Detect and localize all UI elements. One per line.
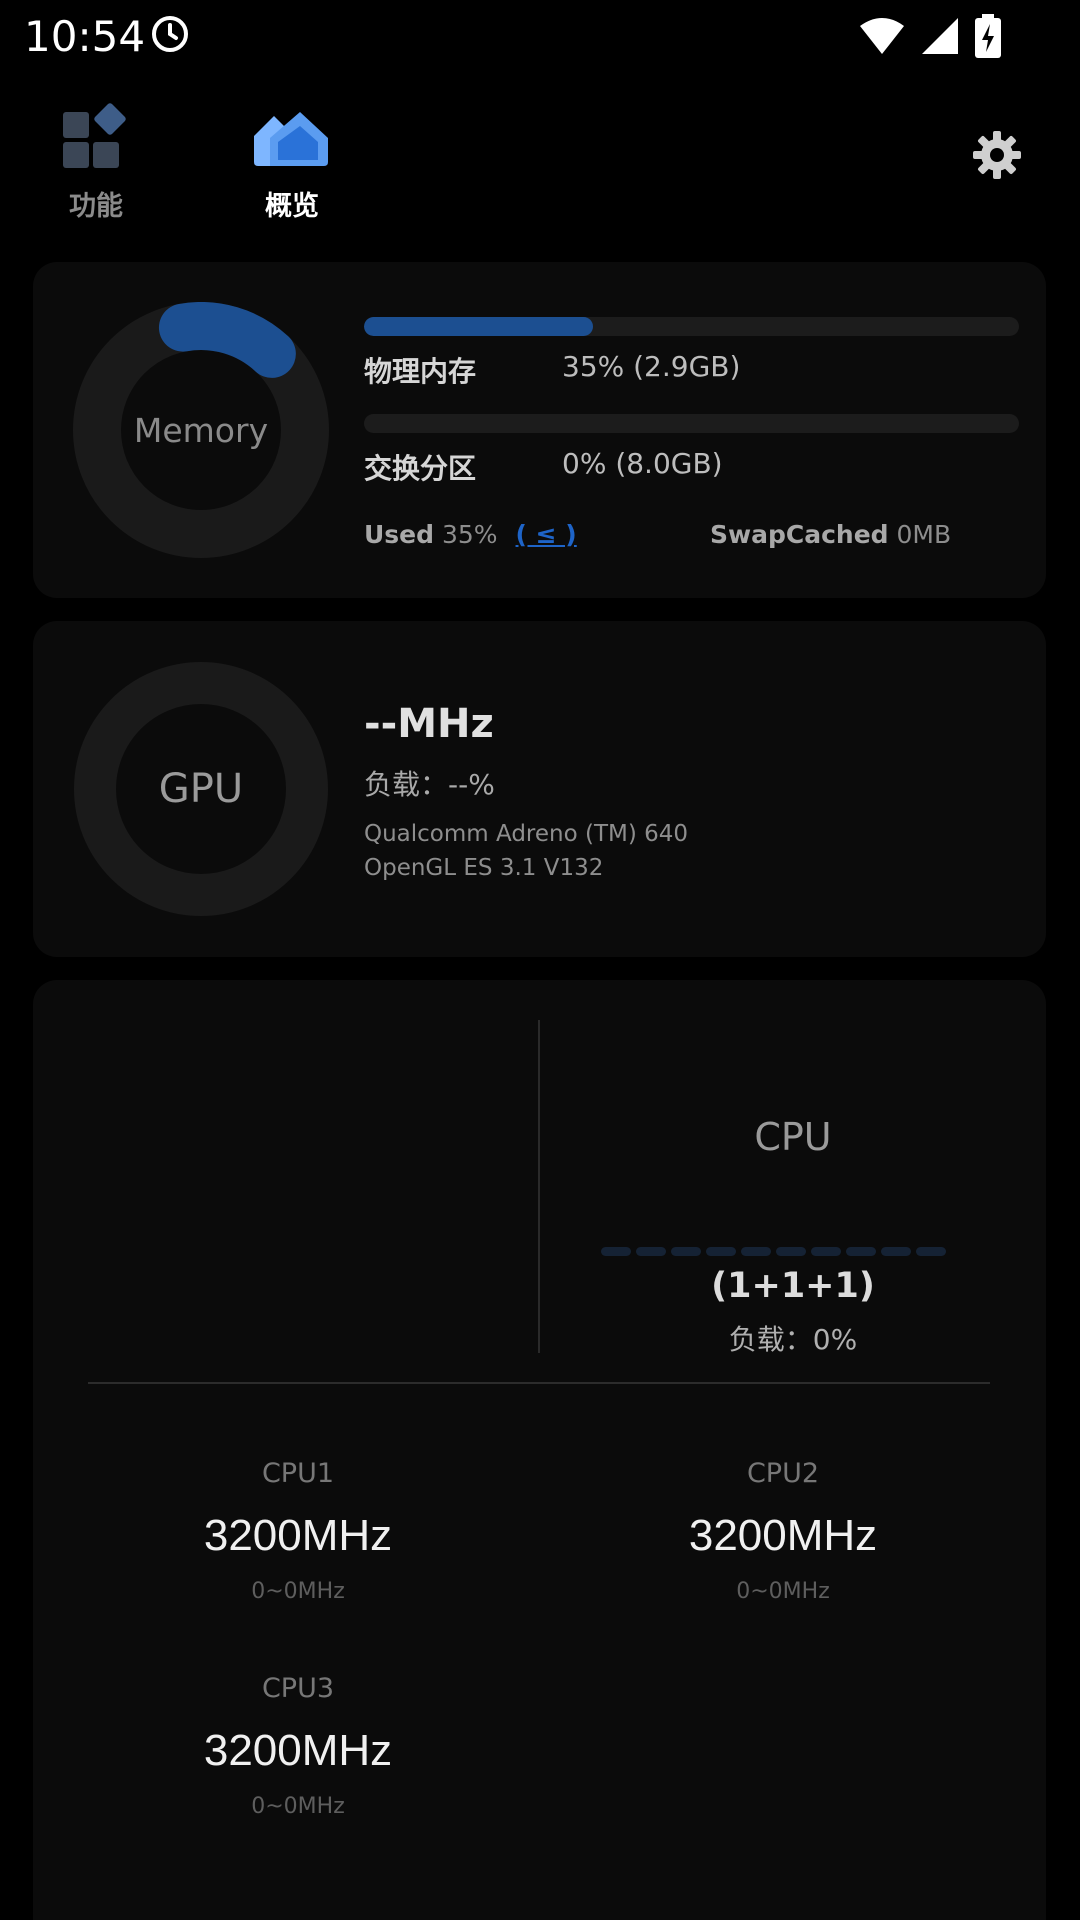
used-detail-link[interactable]: ( ≤ ) <box>516 520 577 549</box>
gear-icon[interactable] <box>972 130 1022 180</box>
physical-memory-label: 物理内存 <box>364 355 477 388</box>
physical-memory-bar <box>364 317 1019 336</box>
gpu-model: Qualcomm Adreno (TM) 640 <box>364 821 689 847</box>
gpu-api: OpenGL ES 3.1 V132 <box>364 855 604 881</box>
cpu-core-frequency: 3200MHz <box>203 1726 393 1775</box>
home-icon <box>254 112 328 166</box>
cpu-load-indicator <box>601 1247 946 1256</box>
cpu-core-frequency: 3200MHz <box>203 1511 393 1560</box>
physical-memory-bar-fill <box>364 317 594 336</box>
cpu-card[interactable]: CPU (1+1+1) 负载：0% CPU1 3200MHz 0~0MHz CP… <box>33 980 1046 1920</box>
cpu-load-segment <box>636 1247 666 1256</box>
status-icons <box>858 14 1002 58</box>
swapcached-value: 0MB <box>896 520 952 549</box>
used-value: 35% <box>442 520 498 549</box>
used-label: Used <box>364 520 435 549</box>
tab-overview[interactable]: 概览 <box>232 102 352 223</box>
gpu-frequency: --MHz <box>364 701 494 747</box>
status-bar: 10:54 <box>0 0 1080 72</box>
status-time: 10:54 <box>24 12 146 61</box>
battery-charging-icon <box>975 14 1001 58</box>
clock-icon <box>152 16 188 52</box>
cpu-core-range: 0~0MHz <box>736 1579 830 1604</box>
cpu-core-1: CPU1 3200MHz 0~0MHz <box>148 1458 448 1604</box>
cpu-load-segment <box>706 1247 736 1256</box>
cpu-core-name: CPU2 <box>746 1458 820 1489</box>
cpu-load-segment <box>741 1247 771 1256</box>
grid-icon <box>63 103 126 168</box>
cpu-core-range: 0~0MHz <box>251 1794 345 1819</box>
tab-overview-label: 概览 <box>265 191 319 222</box>
swapcached-label: SwapCached <box>710 520 889 549</box>
gpu-card[interactable]: GPU --MHz 负载：--% Qualcomm Adreno (TM) 64… <box>33 621 1046 957</box>
tab-function-label: 功能 <box>69 191 123 222</box>
memory-ring: Memory <box>73 302 329 558</box>
swap-bar <box>364 414 1019 433</box>
cpu-load-segment <box>776 1247 806 1256</box>
cpu-core-frequency: 3200MHz <box>688 1511 878 1560</box>
wifi-icon <box>860 18 904 54</box>
cpu-load-segment <box>916 1247 946 1256</box>
gpu-ring: GPU <box>73 661 329 917</box>
cpu-core-3: CPU3 3200MHz 0~0MHz <box>148 1673 448 1819</box>
gpu-info: Qualcomm Adreno (TM) 640 OpenGL ES 3.1 V… <box>364 817 688 885</box>
swap-value: 0% (8.0GB) <box>562 447 723 480</box>
cpu-horizontal-divider <box>88 1382 990 1384</box>
memory-card[interactable]: Memory 物理内存 35% (2.9GB) 交换分区 0% (8.0GB) … <box>33 262 1046 598</box>
cpu-load-segment <box>846 1247 876 1256</box>
swapcached-stat: SwapCached 0MB <box>710 520 951 549</box>
cpu-load-segment <box>671 1247 701 1256</box>
cpu-cores-summary: (1+1+1) <box>711 1266 875 1306</box>
memory-ring-label: Memory <box>133 410 269 450</box>
cpu-core-name: CPU3 <box>261 1673 335 1704</box>
cpu-load-segment <box>601 1247 631 1256</box>
cpu-core-range: 0~0MHz <box>251 1579 345 1604</box>
swap-label: 交换分区 <box>364 452 477 485</box>
gpu-ring-label: GPU <box>158 766 244 812</box>
gpu-load: 负载：--% <box>364 768 495 801</box>
physical-memory-value: 35% (2.9GB) <box>562 350 741 383</box>
cpu-core-2: CPU2 3200MHz 0~0MHz <box>633 1458 933 1604</box>
used-stat: Used 35% ( ≤ ) <box>364 520 577 549</box>
cpu-load-segment <box>881 1247 911 1256</box>
tab-function[interactable]: 功能 <box>36 102 156 223</box>
cpu-core-name: CPU1 <box>261 1458 335 1489</box>
signal-icon <box>922 18 958 54</box>
cpu-load-segment <box>811 1247 841 1256</box>
top-nav: 功能 概览 <box>0 90 1080 230</box>
cpu-load: 负载：0% <box>728 1323 858 1356</box>
cpu-title: CPU <box>754 1115 832 1159</box>
